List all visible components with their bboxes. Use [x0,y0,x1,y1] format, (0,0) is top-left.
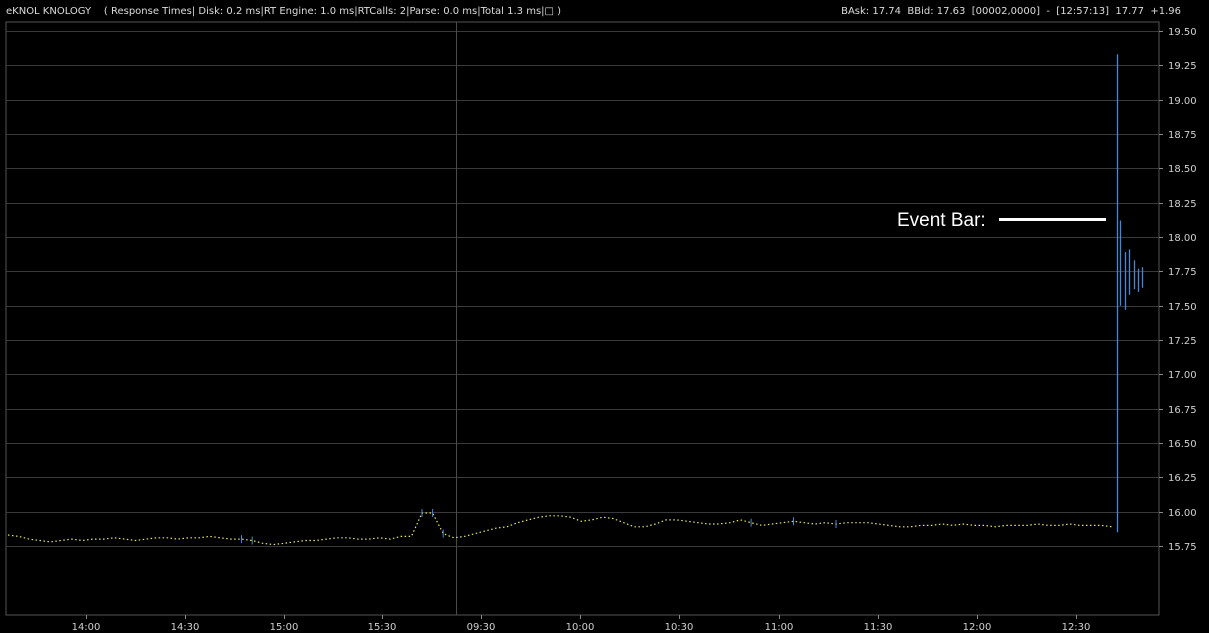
x-tick-label: 09:30 [467,622,496,633]
x-tick-label: 10:30 [665,622,694,633]
y-tick-label: 19.25 [1168,61,1197,72]
y-tick-label: 15.75 [1168,542,1197,553]
x-tick-label: 15:00 [270,622,299,633]
x-tick-label: 10:00 [566,622,595,633]
y-tick-label: 19.00 [1168,96,1197,107]
x-tick-label: 12:00 [963,622,992,633]
y-tick-label: 17.00 [1168,370,1197,381]
y-tick-label: 18.00 [1168,233,1197,244]
annotation: Event Bar: [897,210,1106,231]
y-tick-label: 19.50 [1168,27,1197,38]
y-tick-label: 17.75 [1168,267,1197,278]
gridlines [6,22,1159,615]
y-axis: 19.50 19.25 19.00 18.75 18.50 18.25 18.00 17.75… [1159,27,1197,553]
y-tick-label: 18.25 [1168,199,1197,210]
x-tick-label: 12:30 [1062,622,1091,633]
y-tick-label: 16.50 [1168,439,1197,450]
price-line [7,512,1113,546]
price-chart[interactable]: 19.50 19.25 19.00 18.75 18.50 18.25 18.00 17.75… [0,0,1209,633]
y-tick-label: 16.25 [1168,473,1197,484]
x-tick-label: 14:00 [72,622,101,633]
y-tick-label: 18.75 [1168,130,1197,141]
chart-window: eKNOL KNOLOGY ( Response Times| Disk: 0.… [0,0,1209,633]
y-tick-label: 17.50 [1168,302,1197,313]
event-bar-annotation: Event Bar: [897,210,986,231]
y-tick-label: 16.75 [1168,405,1197,416]
y-tick-label: 17.25 [1168,336,1197,347]
plot-frame [5,21,1160,616]
y-tick-label: 18.50 [1168,164,1197,175]
y-tick-label: 16.00 [1168,508,1197,519]
x-tick-label: 11:30 [864,622,893,633]
x-axis: 14:00 14:30 15:00 15:30 09:30 10:00 10:30 11:00… [72,615,1091,633]
price-series [7,509,1113,546]
x-tick-label: 14:30 [171,622,200,633]
x-tick-label: 15:30 [368,622,397,633]
x-tick-label: 11:00 [765,622,794,633]
event-bars [1116,54,1144,533]
